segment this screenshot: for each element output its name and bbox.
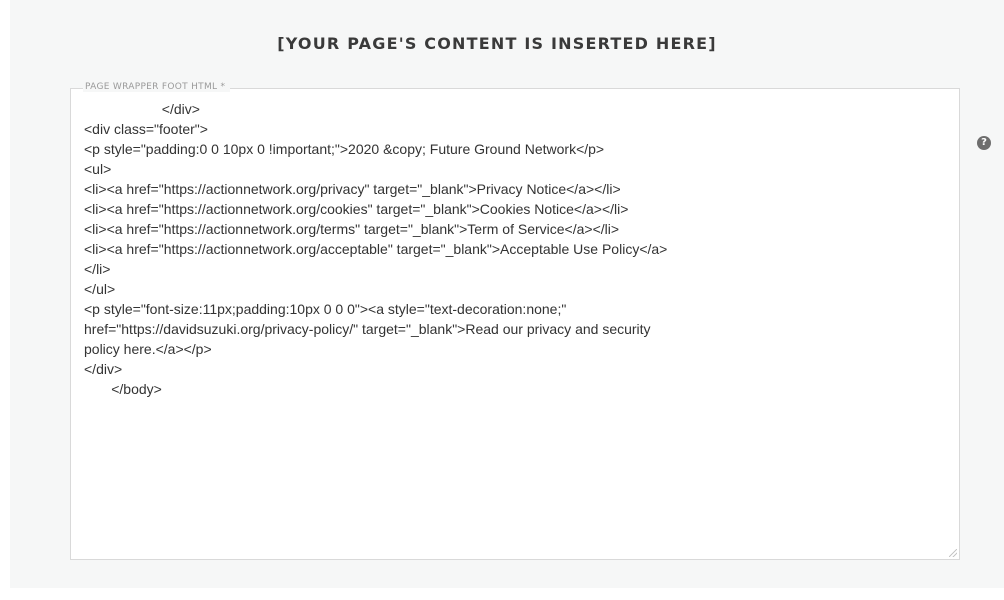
resize-handle-icon[interactable] (949, 549, 957, 557)
field-label: PAGE WRAPPER FOOT HTML * (83, 82, 231, 92)
foot-html-textarea[interactable]: </div> <div class="footer"> <p style="pa… (84, 99, 949, 549)
foot-html-field[interactable]: </div> <div class="footer"> <p style="pa… (70, 88, 960, 560)
content-placeholder-heading: [YOUR PAGE'S CONTENT IS INSERTED HERE] (277, 34, 717, 53)
question-circle-icon[interactable]: ? (977, 136, 991, 150)
